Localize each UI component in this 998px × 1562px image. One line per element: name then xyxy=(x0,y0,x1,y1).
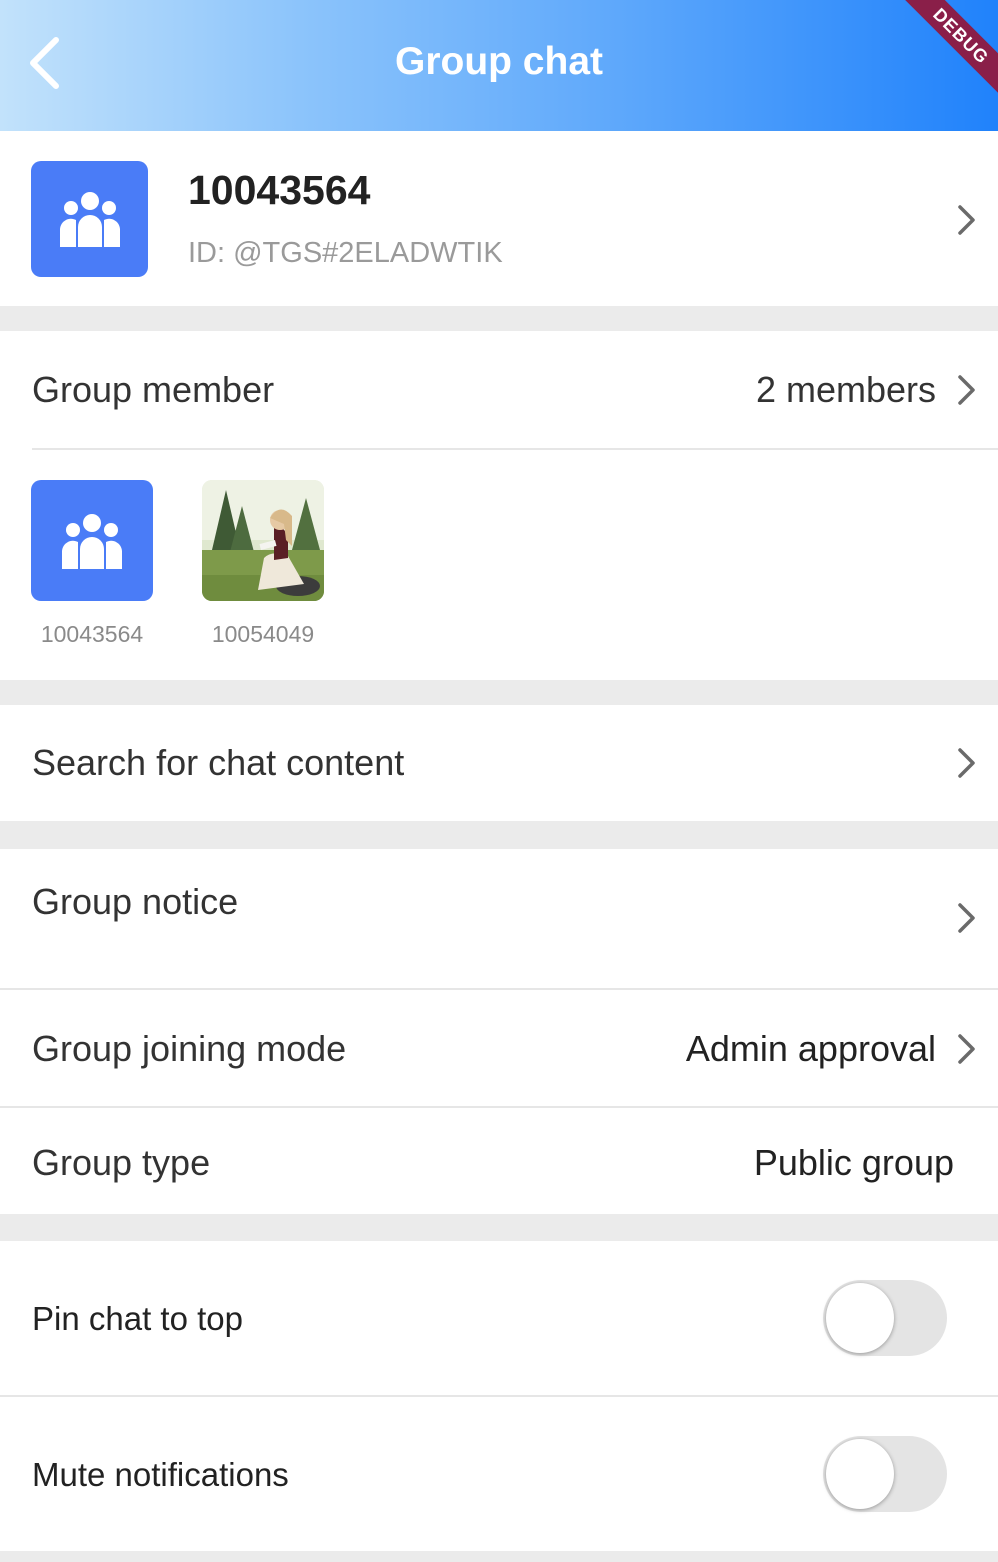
group-joining-mode-label: Group joining mode xyxy=(32,1028,347,1069)
app-bar: Group chat DEBUG xyxy=(0,0,998,131)
group-member-row[interactable]: Group member 2 members xyxy=(0,331,998,449)
group-settings-section: Group notice Group joining mode Admin ap… xyxy=(0,849,998,1214)
mute-notifications-row: Mute notifications xyxy=(0,1397,998,1551)
group-notice-row[interactable]: Group notice xyxy=(0,849,998,988)
mute-notifications-label: Mute notifications xyxy=(32,1456,289,1493)
member-item[interactable]: 10043564 xyxy=(12,480,172,660)
member-count: 2 members xyxy=(755,369,936,410)
search-chat-content-row[interactable]: Search for chat content xyxy=(0,705,998,821)
chevron-right-icon xyxy=(956,746,978,780)
divider xyxy=(32,448,998,450)
group-avatar xyxy=(31,161,148,277)
chat-preferences-section: Pin chat to top Mute notifications xyxy=(0,1241,998,1551)
group-type-value: Public group xyxy=(753,1142,954,1183)
group-type-label: Group type xyxy=(32,1142,211,1183)
group-profile-row[interactable]: 10043564 ID: @TGS#2ELADWTIK xyxy=(0,131,998,306)
toggle-knob xyxy=(826,1439,894,1509)
pin-chat-label: Pin chat to top xyxy=(32,1300,243,1337)
group-id: ID: @TGS#2ELADWTIK xyxy=(188,237,503,269)
group-name: 10043564 xyxy=(188,167,371,213)
chevron-right-icon xyxy=(956,373,978,407)
page-title: Group chat xyxy=(394,40,603,83)
group-member-label: Group member xyxy=(32,369,275,410)
group-members-section: Group member 2 members 10043564 10054049 xyxy=(0,331,998,680)
mute-notifications-toggle[interactable] xyxy=(823,1436,947,1512)
member-avatar xyxy=(31,480,153,601)
member-name: 10054049 xyxy=(211,621,315,647)
toggle-knob xyxy=(826,1283,894,1353)
group-joining-mode-row[interactable]: Group joining mode Admin approval xyxy=(0,990,998,1106)
pin-chat-row: Pin chat to top xyxy=(0,1241,998,1395)
chevron-right-icon xyxy=(956,1032,978,1066)
person-reading-photo xyxy=(202,480,324,601)
group-icon xyxy=(59,192,120,247)
pin-chat-toggle[interactable] xyxy=(823,1280,947,1356)
search-chat-content-label: Search for chat content xyxy=(32,742,405,783)
chevron-right-icon xyxy=(956,203,978,237)
member-avatar-photo xyxy=(202,480,324,601)
group-type-row: Group type Public group xyxy=(0,1108,998,1214)
group-notice-label: Group notice xyxy=(32,881,239,922)
group-joining-mode-value: Admin approval xyxy=(685,1028,936,1069)
group-icon xyxy=(62,513,122,569)
member-item[interactable]: 10054049 xyxy=(183,480,343,660)
member-name: 10043564 xyxy=(40,621,144,647)
chevron-right-icon xyxy=(956,901,978,935)
